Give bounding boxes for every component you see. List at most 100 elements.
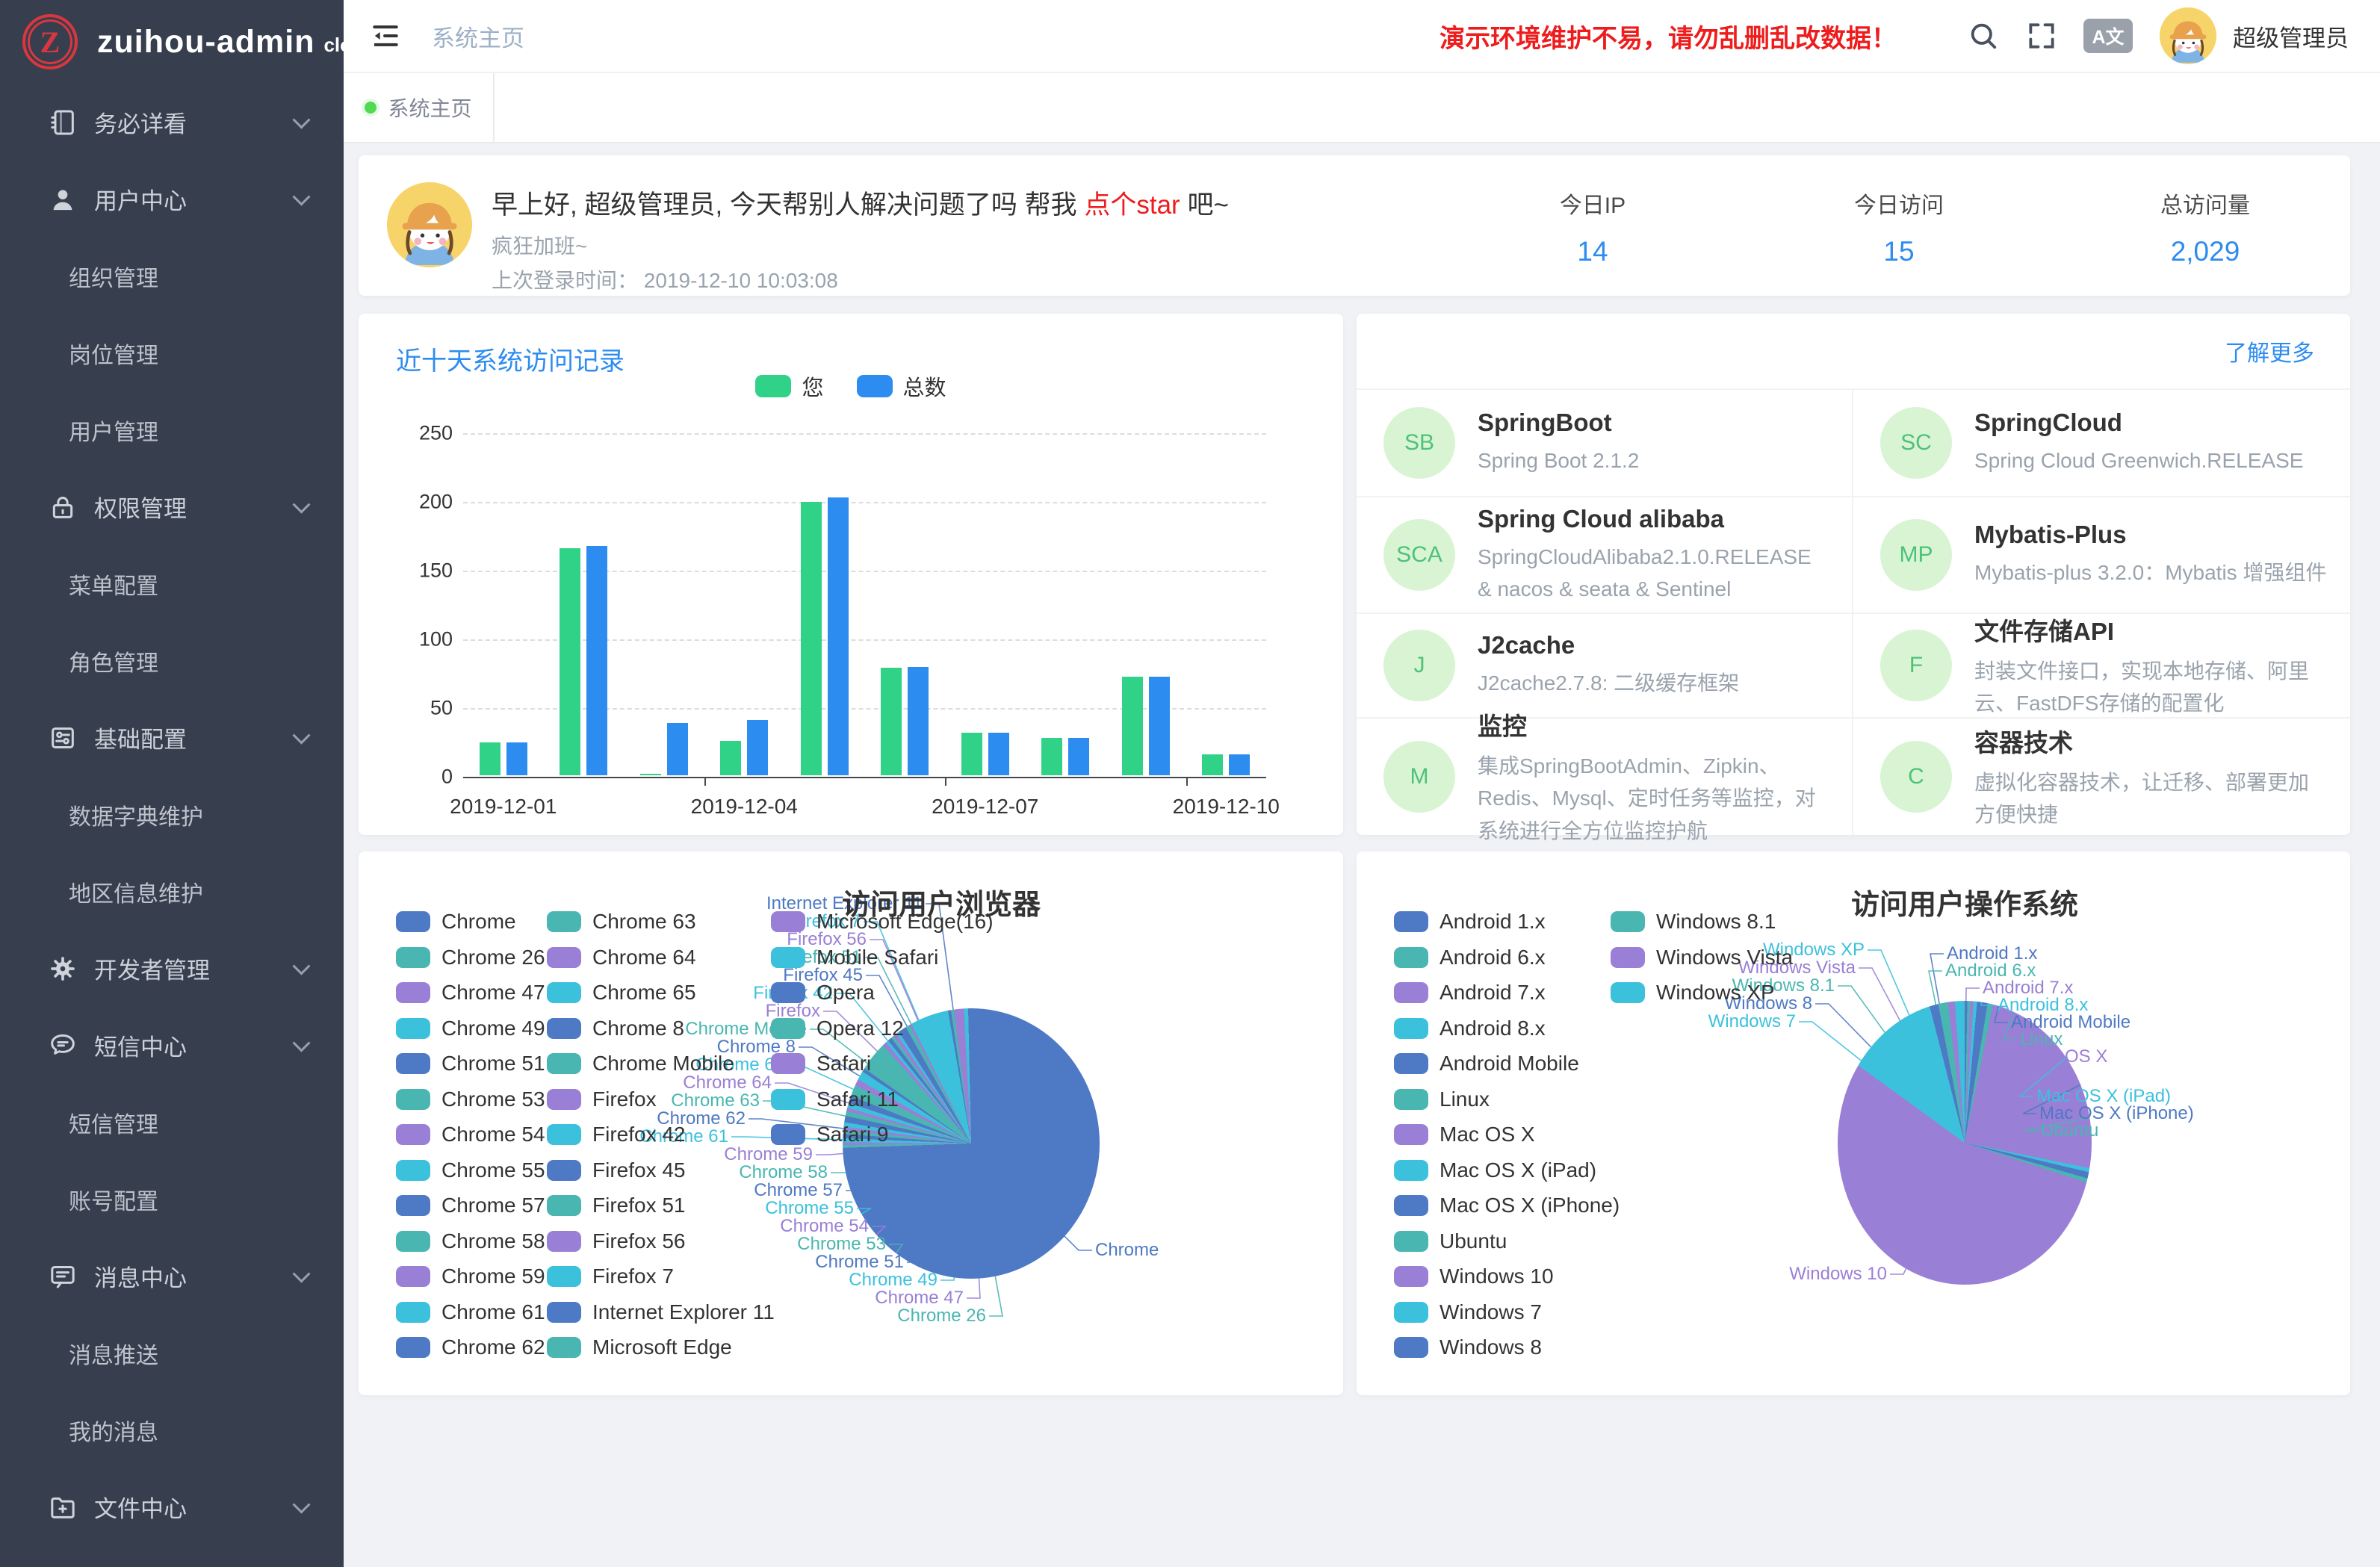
language-icon[interactable]: A文: [2083, 19, 2133, 53]
user-avatar[interactable]: [2160, 7, 2216, 64]
legend-item[interactable]: Safari 9: [771, 1123, 889, 1146]
legend-item[interactable]: Firefox 45: [547, 1158, 686, 1182]
legend-item[interactable]: Internet Explorer 11: [547, 1300, 775, 1324]
legend-item[interactable]: Chrome 57: [396, 1194, 545, 1217]
legend-item[interactable]: Linux: [1394, 1087, 1490, 1111]
legend-item[interactable]: Windows XP: [1611, 981, 1775, 1005]
legend-item[interactable]: Chrome: [396, 910, 516, 934]
legend-item[interactable]: Android 8.x: [1394, 1017, 1546, 1040]
legend-item[interactable]: 总数: [857, 370, 946, 402]
logo-letter: Z: [40, 25, 61, 60]
legend-item[interactable]: Mac OS X (iPad): [1394, 1158, 1596, 1182]
sidebar-item-message[interactable]: 消息中心: [0, 1238, 344, 1315]
sidebar-item-folder[interactable]: 文件中心: [0, 1468, 344, 1545]
legend-item[interactable]: Android 1.x: [1394, 910, 1546, 934]
legend-item[interactable]: Mac OS X (iPhone): [1394, 1194, 1620, 1217]
legend-swatch: [1394, 911, 1428, 932]
legend-item[interactable]: Ubuntu: [1394, 1229, 1507, 1253]
legend-item[interactable]: Chrome 8: [547, 1017, 684, 1040]
legend-item[interactable]: Chrome Mobile: [547, 1052, 734, 1076]
tech-card-sc[interactable]: SCSpringCloudSpring Cloud Greenwich.RELE…: [1853, 388, 2350, 496]
sidebar-item-sub[interactable]: 短信管理: [0, 1084, 344, 1161]
tech-initials-badge: J: [1383, 630, 1455, 701]
legend-item[interactable]: Microsoft Edge: [547, 1335, 732, 1359]
legend-item[interactable]: Chrome 54: [396, 1123, 545, 1146]
legend-item[interactable]: Windows 8.1: [1611, 910, 1776, 934]
sidebar-item-sub[interactable]: 菜单配置: [0, 545, 344, 622]
username[interactable]: 超级管理员: [2233, 19, 2349, 53]
legend-item[interactable]: Chrome 49: [396, 1017, 545, 1040]
legend-item[interactable]: Chrome 65: [547, 981, 696, 1005]
legend-item[interactable]: Opera: [771, 981, 875, 1005]
legend-item[interactable]: Windows 10: [1394, 1265, 1554, 1288]
legend-item[interactable]: Chrome 64: [547, 946, 696, 969]
tech-card-c[interactable]: C容器技术虚拟化容器技术，让迁移、部署更加方便快捷: [1853, 717, 2350, 835]
legend-item[interactable]: Safari 11: [771, 1087, 899, 1111]
legend-item[interactable]: 您: [755, 370, 823, 402]
message-icon: [48, 1262, 78, 1291]
sidebar-item-chat[interactable]: 短信中心: [0, 1007, 344, 1084]
star-link[interactable]: 点个star: [1084, 190, 1180, 220]
legend-item[interactable]: Windows 7: [1394, 1300, 1542, 1324]
legend-item[interactable]: Firefox 7: [547, 1265, 674, 1288]
legend-item[interactable]: Windows 8: [1394, 1335, 1542, 1359]
sidebar-item-gear[interactable]: 开发者管理: [0, 930, 344, 1007]
tech-card-m[interactable]: M监控集成SpringBootAdmin、Zipkin、Redis、Mysql、…: [1357, 717, 1853, 835]
legend-item[interactable]: Firefox 42: [547, 1123, 686, 1146]
tech-card-f[interactable]: F文件存储API封装文件接口，实现本地存储、阿里云、FastDFS存储的配置化: [1853, 612, 2350, 717]
sidebar-item-sliders[interactable]: 基础配置: [0, 699, 344, 776]
sidebar-item-sub[interactable]: 消息推送: [0, 1315, 344, 1391]
tab-home[interactable]: 系统主页: [344, 73, 495, 142]
stat-0: 今日IP14: [1496, 187, 1690, 267]
sidebar-item-sub[interactable]: 数据字典维护: [0, 776, 344, 853]
legend-label: Mac OS X (iPad): [1440, 1158, 1596, 1182]
legend-item[interactable]: Android 6.x: [1394, 946, 1546, 969]
tech-card-sca[interactable]: SCASpring Cloud alibabaSpringCloudAlibab…: [1357, 496, 1853, 612]
legend-item[interactable]: Safari: [771, 1052, 871, 1076]
legend-item[interactable]: Chrome 62: [396, 1335, 545, 1359]
legend-item[interactable]: Android Mobile: [1394, 1052, 1579, 1076]
legend-swatch: [396, 1302, 430, 1323]
legend-item[interactable]: Windows Vista: [1611, 946, 1793, 969]
legend-item[interactable]: Mac OS X: [1394, 1123, 1535, 1146]
sidebar-item-lock[interactable]: 权限管理: [0, 468, 344, 545]
legend-item[interactable]: Firefox 56: [547, 1229, 686, 1253]
legend-item[interactable]: Chrome 51: [396, 1052, 545, 1076]
sidebar-item-sub[interactable]: 地区信息维护: [0, 853, 344, 930]
sidebar-item-sub[interactable]: 我的消息: [0, 1391, 344, 1468]
sidebar-item-sub[interactable]: 用户管理: [0, 391, 344, 468]
sidebar-item-sub[interactable]: 组织管理: [0, 238, 344, 314]
legend-item[interactable]: Firefox: [547, 1087, 657, 1111]
tech-card-sb[interactable]: SBSpringBootSpring Boot 2.1.2: [1357, 388, 1853, 496]
tech-card-j[interactable]: JJ2cacheJ2cache2.7.8: 二级缓存框架: [1357, 612, 1853, 717]
sidebar-item-sub[interactable]: 角色管理: [0, 622, 344, 699]
legend-item[interactable]: Chrome 47: [396, 981, 545, 1005]
topbar-actions: 演示环境维护不易，请勿乱删乱改数据！ A文 超级管理员: [1440, 7, 2380, 64]
legend-item[interactable]: Chrome 59: [396, 1265, 545, 1288]
breadcrumb[interactable]: 系统主页: [432, 19, 524, 53]
legend-item[interactable]: Chrome 26: [396, 946, 545, 969]
app-logo[interactable]: Z zuihou-admin cloud: [0, 0, 344, 84]
legend-swatch: [771, 947, 805, 968]
tech-card-mp[interactable]: MPMybatis-PlusMybatis-plus 3.2.0：Mybatis…: [1853, 496, 2350, 612]
legend-item[interactable]: Firefox 51: [547, 1194, 686, 1217]
search-icon[interactable]: [1967, 19, 2000, 52]
sidebar-item-sub[interactable]: 岗位管理: [0, 314, 344, 391]
gear-icon: [48, 954, 78, 984]
sidebar-item-notebook[interactable]: 务必详看: [0, 84, 344, 161]
legend-item[interactable]: Mobile Safari: [771, 946, 938, 969]
tech-desc: 虚拟化容器技术，让迁移、部署更加方便快捷: [1974, 766, 2329, 831]
legend-item[interactable]: Chrome 63: [547, 910, 696, 934]
leader-line: [1859, 968, 1900, 1021]
legend-item[interactable]: Opera 12: [771, 1017, 904, 1040]
learn-more-link[interactable]: 了解更多: [2225, 335, 2314, 367]
sidebar-item-sub[interactable]: 账号配置: [0, 1161, 344, 1238]
legend-item[interactable]: Chrome 53: [396, 1087, 545, 1111]
sidebar-item-user[interactable]: 用户中心: [0, 161, 344, 238]
legend-item[interactable]: Chrome 58: [396, 1229, 545, 1253]
legend-item[interactable]: Chrome 61: [396, 1300, 545, 1324]
fullscreen-icon[interactable]: [2025, 19, 2058, 52]
legend-item[interactable]: Android 7.x: [1394, 981, 1546, 1005]
legend-swatch: [1394, 1124, 1428, 1145]
legend-item[interactable]: Chrome 55: [396, 1158, 545, 1182]
